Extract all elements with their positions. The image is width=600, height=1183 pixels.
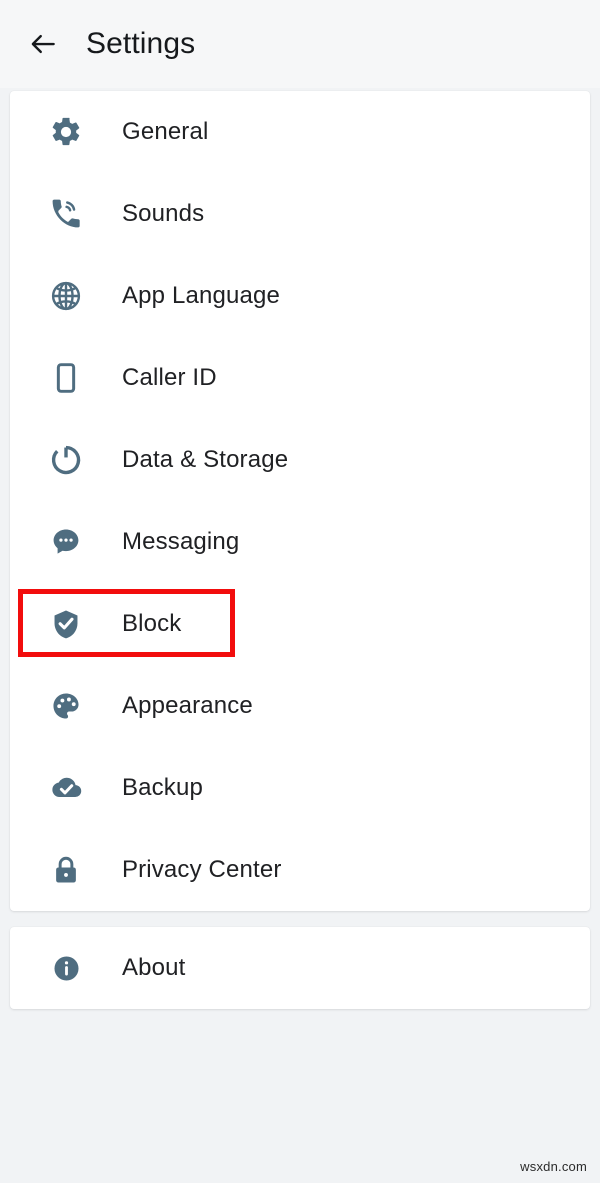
watermark: wsxdn.com <box>520 1159 587 1174</box>
settings-item-general[interactable]: General <box>10 91 590 173</box>
settings-item-block[interactable]: Block <box>10 583 590 665</box>
lock-icon <box>48 852 84 888</box>
globe-icon <box>48 278 84 314</box>
settings-item-privacy-center[interactable]: Privacy Center <box>10 829 590 911</box>
settings-item-label: Block <box>122 610 182 637</box>
settings-item-sounds[interactable]: Sounds <box>10 173 590 255</box>
settings-item-label: Caller ID <box>122 364 217 391</box>
settings-item-label: Data & Storage <box>122 446 289 473</box>
settings-item-messaging[interactable]: Messaging <box>10 501 590 583</box>
settings-item-label: Appearance <box>122 692 253 719</box>
smartphone-icon <box>48 360 84 396</box>
gear-icon <box>48 114 84 150</box>
palette-icon <box>48 688 84 724</box>
arrow-left-icon <box>28 29 58 59</box>
settings-item-label: Sounds <box>122 200 205 227</box>
settings-item-label: General <box>122 118 209 145</box>
settings-item-backup[interactable]: Backup <box>10 747 590 829</box>
settings-item-label: Privacy Center <box>122 856 282 883</box>
settings-item-label: App Language <box>122 282 280 309</box>
settings-item-data-storage[interactable]: Data & Storage <box>10 419 590 501</box>
cloud-check-icon <box>48 770 84 806</box>
chat-bubble-icon <box>48 524 84 560</box>
card-separator <box>0 914 600 924</box>
settings-item-app-language[interactable]: App Language <box>10 255 590 337</box>
settings-item-label: Messaging <box>122 528 240 555</box>
settings-item-appearance[interactable]: Appearance <box>10 665 590 747</box>
settings-item-about[interactable]: About <box>10 927 590 1009</box>
about-card: About <box>10 927 590 1009</box>
page-title: Settings <box>86 27 196 60</box>
back-button[interactable] <box>26 27 60 61</box>
app-bar: Settings <box>0 0 600 88</box>
info-circle-icon <box>48 950 84 986</box>
settings-card: General Sounds App Language Caller ID Da… <box>10 91 590 911</box>
shield-check-icon <box>48 606 84 642</box>
phone-ring-icon <box>48 196 84 232</box>
settings-item-label: Backup <box>122 774 203 801</box>
settings-item-caller-id[interactable]: Caller ID <box>10 337 590 419</box>
storage-ring-icon <box>48 442 84 478</box>
settings-item-label: About <box>122 954 186 981</box>
